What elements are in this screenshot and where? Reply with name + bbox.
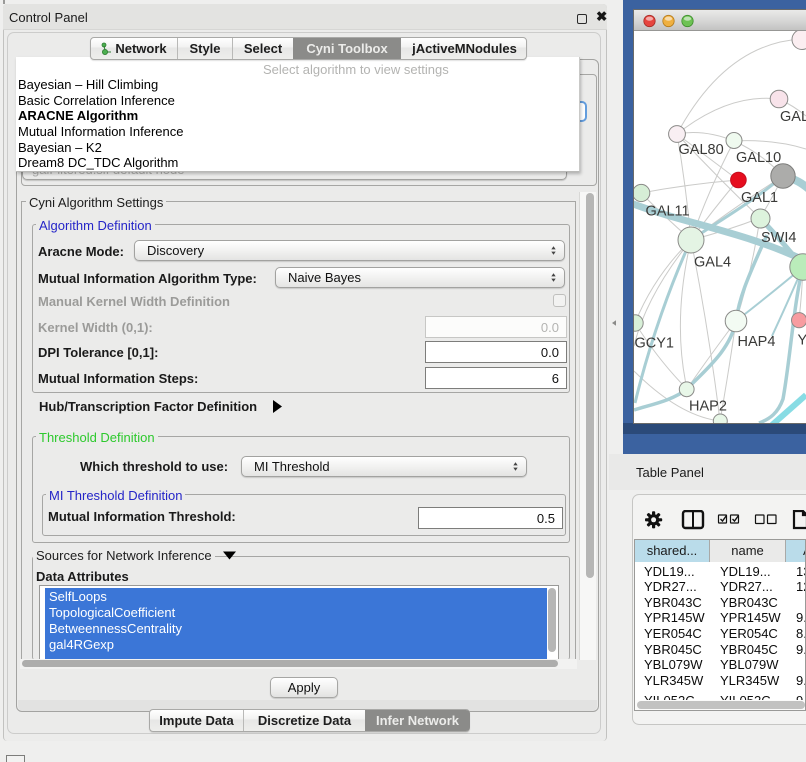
svg-text:GAL4: GAL4 (694, 255, 731, 271)
svg-text:HAP4: HAP4 (738, 334, 776, 350)
svg-text:GAL1: GAL1 (741, 190, 778, 206)
svg-text:GAL10: GAL10 (736, 150, 781, 166)
svg-text:GAL11: GAL11 (646, 204, 690, 220)
svg-text:GAL80: GAL80 (679, 142, 724, 158)
svg-text:Y: Y (798, 333, 806, 349)
svg-text:GAL7: GAL7 (780, 109, 806, 125)
svg-text:SWI4: SWI4 (761, 230, 796, 246)
svg-text:GCY1: GCY1 (635, 336, 675, 352)
svg-text:HAP2: HAP2 (689, 399, 727, 415)
